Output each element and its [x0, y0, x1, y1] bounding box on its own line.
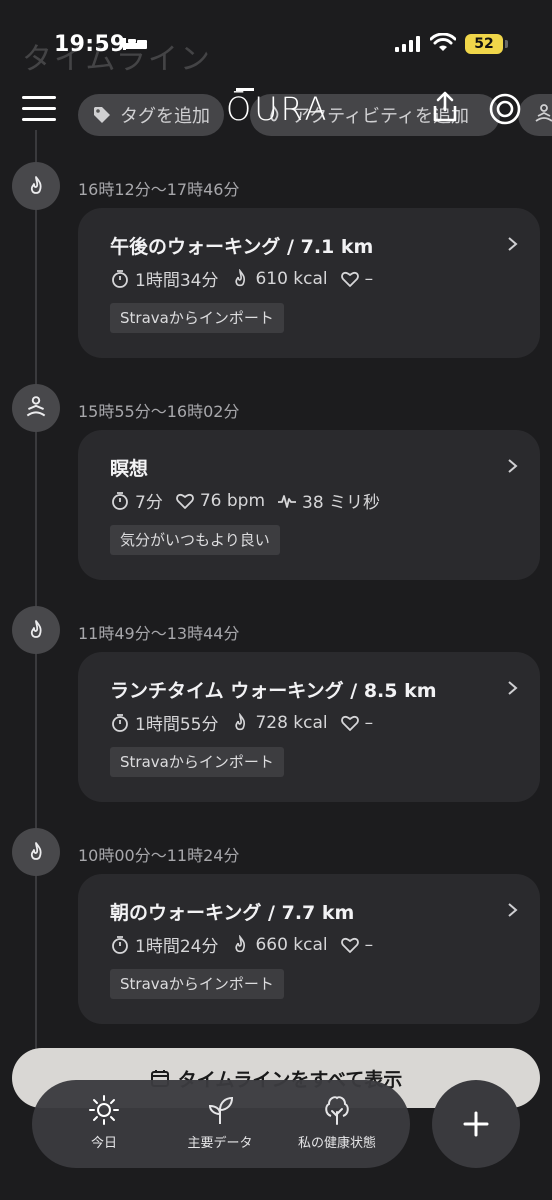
time-range: 10時00分〜11時24分	[78, 846, 240, 865]
time-range: 15時55分〜16時02分	[78, 402, 240, 421]
import-badge: Stravaからインポート	[110, 303, 284, 333]
flame-icon	[30, 176, 42, 194]
timeline-node-meditation	[12, 384, 60, 432]
duration-value: 1時間34分	[135, 271, 219, 291]
flame-icon	[235, 712, 246, 730]
wifi-icon	[430, 33, 456, 51]
time-range: 11時49分〜13時44分	[78, 624, 240, 643]
battery-tip	[505, 40, 508, 48]
flame-icon	[30, 620, 42, 638]
duration-value: 1時間24分	[135, 937, 219, 957]
heart-icon	[175, 493, 194, 509]
timeline-node-flame	[12, 606, 60, 654]
hrv-value: 38 ミリ秒	[302, 493, 381, 513]
calories-value: 660 kcal	[255, 934, 328, 955]
tree-icon	[325, 1096, 349, 1125]
import-badge: Stravaからインポート	[110, 969, 284, 999]
flame-icon	[235, 934, 246, 952]
stopwatch-icon	[112, 935, 128, 954]
heart-metric: 76 bpm	[175, 491, 265, 511]
timeline-node-flame	[12, 828, 60, 876]
activity-card[interactable]: ランチタイム ウォーキング / 8.5 km 1時間55分 728 kcal –…	[78, 652, 540, 802]
meditation-icon	[535, 104, 552, 122]
heart-rate-value: 76 bpm	[199, 490, 266, 511]
oura-logo: ŌURA	[226, 90, 330, 128]
activity-title: 朝のウォーキング / 7.7 km	[110, 902, 355, 924]
activity-metrics: 1時間34分 610 kcal –	[110, 266, 373, 291]
add-tag-label: タグを追加	[120, 106, 210, 127]
activity-metrics: 1時間55分 728 kcal –	[110, 710, 373, 735]
hrv-metric: 38 ミリ秒	[277, 488, 380, 513]
chevron-right-icon	[508, 237, 518, 251]
activity-card[interactable]: 朝のウォーキング / 7.7 km 1時間24分 660 kcal – Stra…	[78, 874, 540, 1024]
tab-today-label: 今日	[90, 1136, 117, 1151]
stopwatch-icon	[112, 269, 128, 288]
tab-key-metrics-label: 主要データ	[187, 1136, 253, 1151]
heart-metric: –	[340, 268, 374, 289]
activity-title: 瞑想	[110, 458, 149, 480]
heart-metric: –	[340, 934, 374, 955]
heart-metric: –	[340, 712, 374, 733]
hrv-pulse-icon	[278, 494, 297, 508]
duration-metric: 1時間55分	[110, 710, 218, 735]
calories-value: 610 kcal	[255, 268, 328, 289]
activity-card[interactable]: 瞑想 7分 76 bpm 38 ミリ秒 気分がいつもより良い	[78, 430, 540, 580]
meditation-icon	[26, 396, 46, 417]
time-range: 16時12分〜17時46分	[78, 180, 240, 199]
calories-value: 728 kcal	[255, 712, 328, 733]
heart-value: –	[364, 268, 374, 289]
flame-icon	[30, 842, 42, 860]
chevron-right-icon	[508, 903, 518, 917]
stopwatch-icon	[112, 713, 128, 732]
heart-value: –	[364, 934, 374, 955]
heart-icon	[340, 271, 359, 287]
activity-metrics: 1時間24分 660 kcal –	[110, 932, 373, 957]
bottom-tab-bar: 今日 主要データ 私の健康状態	[32, 1080, 410, 1168]
tab-key-metrics[interactable]: 主要データ	[160, 1094, 280, 1151]
tab-today[interactable]: 今日	[44, 1094, 164, 1151]
signal-icon	[395, 36, 420, 52]
activity-title: ランチタイム ウォーキング / 8.5 km	[110, 680, 437, 702]
duration-metric: 1時間34分	[110, 266, 218, 291]
add-tag-chip[interactable]: タグを追加	[78, 94, 224, 136]
activity-title: 午後のウォーキング / 7.1 km	[110, 236, 374, 258]
timeline-node-flame	[12, 162, 60, 210]
mood-badge: 気分がいつもより良い	[110, 525, 280, 555]
menu-line	[22, 96, 56, 99]
ring-settings-icon[interactable]	[488, 92, 522, 126]
flame-icon	[235, 268, 246, 286]
battery-indicator: 52	[465, 34, 503, 54]
page-title-ghost: タイムライン	[22, 42, 212, 77]
sun-icon	[89, 1095, 119, 1125]
share-icon[interactable]	[428, 90, 462, 124]
timeline-line	[35, 130, 37, 1080]
duration-metric: 7分	[110, 488, 163, 513]
heart-icon	[340, 937, 359, 953]
tab-my-health[interactable]: 私の健康状態	[277, 1094, 397, 1151]
sprout-icon	[208, 1096, 234, 1124]
add-button[interactable]	[432, 1080, 520, 1168]
tag-icon	[94, 107, 110, 123]
heart-icon	[340, 715, 359, 731]
menu-button[interactable]	[22, 96, 56, 122]
duration-value: 7分	[135, 493, 163, 513]
chevron-right-icon	[508, 459, 518, 473]
calories-metric: 610 kcal	[230, 268, 328, 289]
menu-line	[22, 118, 56, 121]
calories-metric: 728 kcal	[230, 712, 328, 733]
heart-value: –	[364, 712, 374, 733]
stopwatch-icon	[112, 491, 128, 510]
tab-my-health-label: 私の健康状態	[297, 1136, 376, 1151]
import-badge: Stravaからインポート	[110, 747, 284, 777]
meditation-chip[interactable]	[518, 94, 552, 136]
activity-card[interactable]: 午後のウォーキング / 7.1 km 1時間34分 610 kcal – Str…	[78, 208, 540, 358]
duration-metric: 1時間24分	[110, 932, 218, 957]
duration-value: 1時間55分	[135, 715, 219, 735]
menu-line	[22, 107, 56, 110]
chevron-right-icon	[508, 681, 518, 695]
activity-metrics: 7分 76 bpm 38 ミリ秒	[110, 488, 380, 513]
plus-icon	[463, 1111, 489, 1137]
calories-metric: 660 kcal	[230, 934, 328, 955]
